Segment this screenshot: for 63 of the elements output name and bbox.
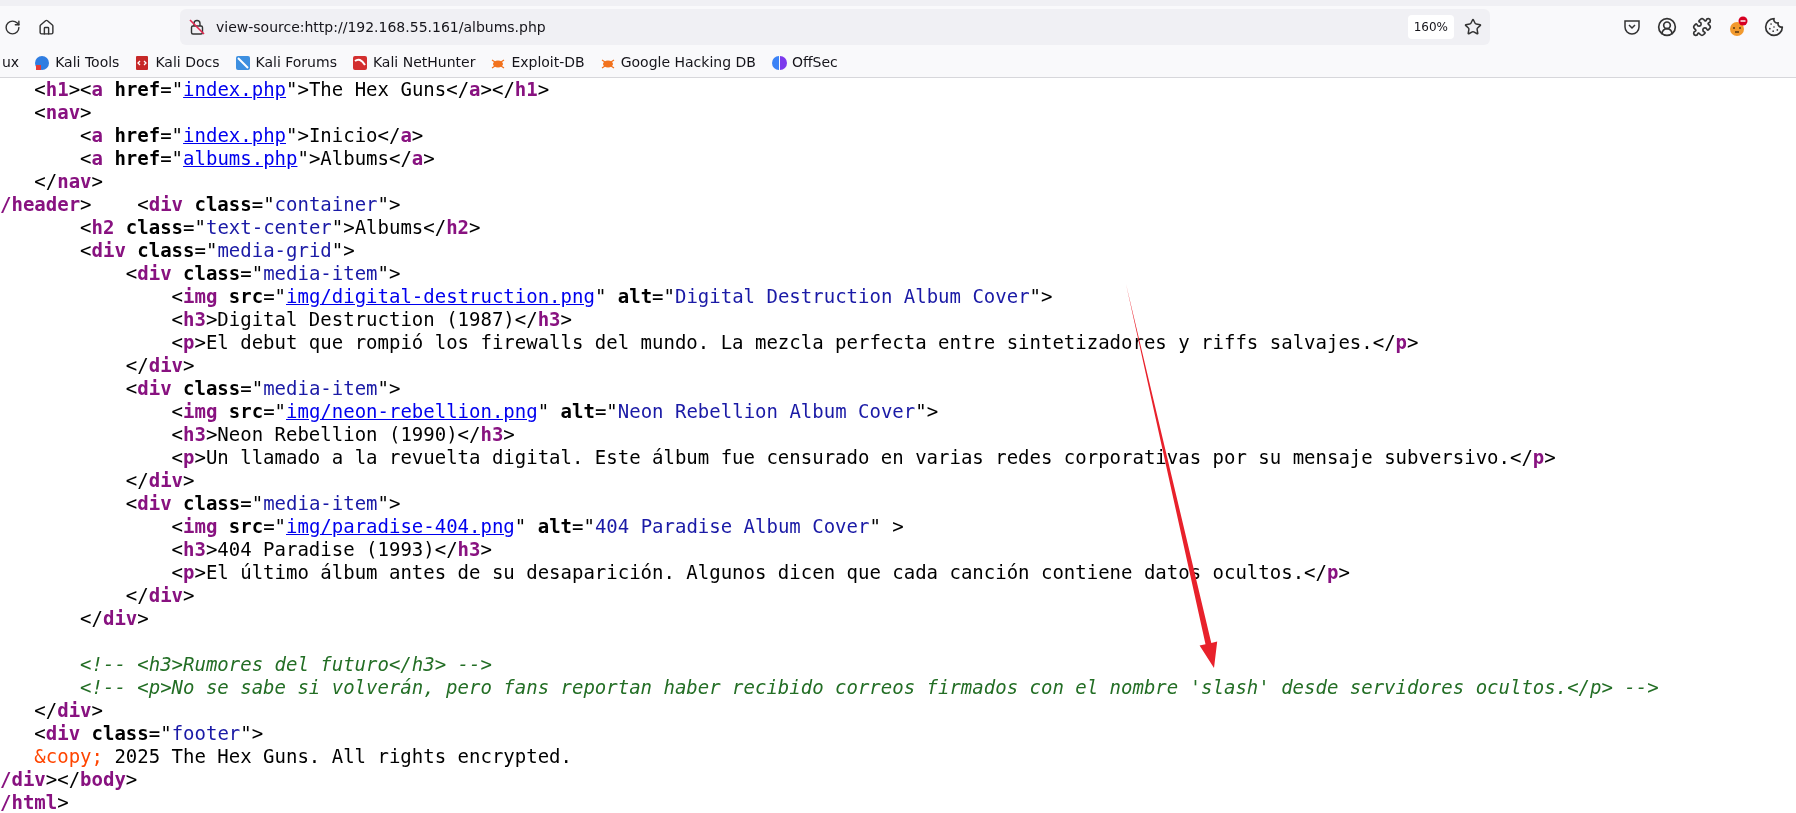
bookmark-link[interactable]: Kali NetHunter xyxy=(372,52,476,73)
reload-icon xyxy=(3,18,21,36)
code-line: /div></body> xyxy=(0,768,138,790)
code-line: /header> <div class="container"> xyxy=(0,193,401,215)
address-bar[interactable]: view-source:http://192.168.55.161/albums.php 160% xyxy=(180,9,1490,45)
bookmark-link[interactable]: Google Hacking DB xyxy=(620,52,756,73)
pocket-icon[interactable] xyxy=(1622,17,1642,37)
code-text: " alt="Neon Rebellion Album Cover"> xyxy=(537,400,939,423)
source-link[interactable]: img/neon-rebellion.png xyxy=(286,400,538,423)
code-text: <a href=" xyxy=(79,124,184,147)
code-line: /html> xyxy=(0,791,69,813)
code-line: <!-- <h3>Rumores del futuro</h3> --> xyxy=(79,653,492,675)
code-text: ">Albums</a> xyxy=(297,147,435,170)
code-line: <h3>Neon Rebellion (1990)</h3> xyxy=(170,423,515,445)
code-line: <h2 class="text-center">Albums</h2> xyxy=(79,216,481,238)
code-line: <div class="footer"> xyxy=(33,722,264,744)
code-text: " alt="404 Paradise Album Cover" > xyxy=(514,515,904,538)
code-line: <!-- <p>No se sabe si volverán, pero fans reportan haber recibido correos firmados con el nombre 'slash' desde servidores ocultos.</p> --> xyxy=(79,676,1659,698)
source-link[interactable]: img/paradise-404.png xyxy=(286,515,515,538)
code-line: <div class="media-item"> xyxy=(124,377,401,399)
cookie-icon[interactable] xyxy=(1764,17,1784,37)
logo-icon xyxy=(770,54,787,71)
code-line: </div> xyxy=(33,699,103,721)
code-line: <div class="media-item"> xyxy=(124,262,401,284)
code-line: <h3>404 Paradise (1993)</h3> xyxy=(170,538,492,560)
bookmark-star-icon[interactable] xyxy=(1464,18,1482,36)
source-link[interactable]: img/digital-destruction.png xyxy=(286,285,595,308)
bookmark-link[interactable]: Kali Tools xyxy=(55,52,120,73)
code-line: <h3>Digital Destruction (1987)</h3> xyxy=(170,308,572,330)
extensions-icon[interactable] xyxy=(1692,17,1712,37)
home-icon xyxy=(37,18,55,36)
bookmark-link[interactable]: Kali Docs xyxy=(155,52,220,73)
book-icon xyxy=(134,54,151,71)
code-line: <p>El debut que rompió los firewalls del mundo. La mezcla perfecta entre sintetizadores y riffs salvajes.</p> xyxy=(170,331,1419,353)
insecure-lock-icon xyxy=(188,18,206,36)
code-line: <div class="media-item"> xyxy=(124,492,401,514)
code-text: " alt="Digital Destruction Album Cover"> xyxy=(594,285,1053,308)
code-line: </div> xyxy=(124,584,195,606)
bookmark-link[interactable]: OffSec xyxy=(791,52,838,73)
source-link[interactable]: index.php xyxy=(183,78,287,101)
zoom-level[interactable]: 160% xyxy=(1407,15,1454,39)
code-line: </div> xyxy=(124,469,195,491)
code-text: <img src=" xyxy=(170,515,286,538)
code-text: <h1><a href=" xyxy=(33,78,184,101)
code-text: ">Inicio</a> xyxy=(286,124,424,147)
code-text: ">The Hex Guns</a></h1> xyxy=(286,78,550,101)
url-text: view-source:http://192.168.55.161/albums.php xyxy=(216,17,546,37)
bookmark-link[interactable]: Exploit-DB xyxy=(511,52,585,73)
bookmark-link[interactable]: ux xyxy=(2,52,20,73)
code-text: <img src=" xyxy=(170,285,286,308)
code-line: <nav> xyxy=(33,101,92,123)
code-line: <div class="media-grid"> xyxy=(79,239,355,261)
bookmark-link[interactable]: Kali Forums xyxy=(255,52,337,73)
code-text: <a href=" xyxy=(79,147,184,170)
code-line: </div> xyxy=(124,354,195,376)
tiger-extension-icon[interactable] xyxy=(1727,16,1749,38)
source-link[interactable]: albums.php xyxy=(183,147,298,170)
code-line: &copy; 2025 The Hex Guns. All rights encrypted. xyxy=(33,745,572,767)
account-icon[interactable] xyxy=(1657,17,1677,37)
code-line: </div> xyxy=(79,607,149,629)
source-link[interactable]: index.php xyxy=(183,124,286,147)
code-line: </nav> xyxy=(33,170,103,192)
code-text: <img src=" xyxy=(170,400,286,423)
